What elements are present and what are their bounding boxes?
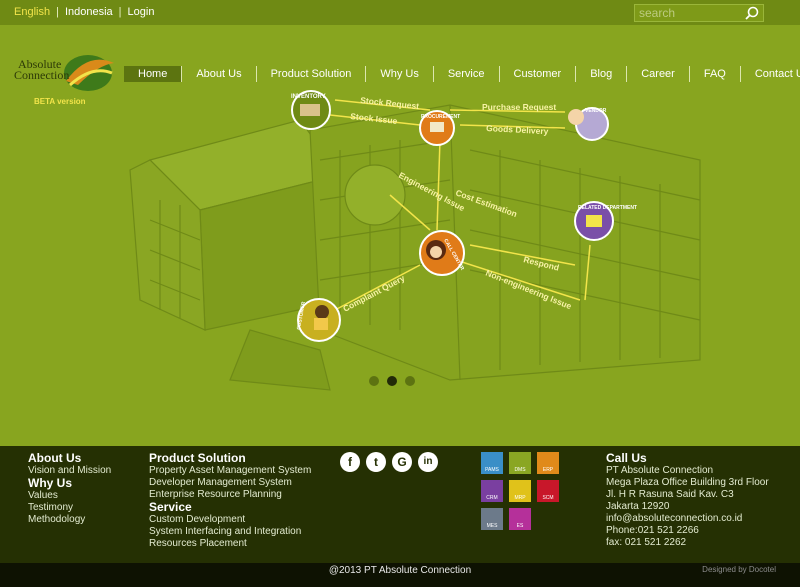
node-label-procurement: PROCUREMENT bbox=[421, 114, 460, 120]
slider-dots bbox=[369, 376, 415, 386]
app-pams-icon[interactable]: PAMS bbox=[481, 452, 503, 474]
app-scm-icon[interactable]: SCM bbox=[537, 480, 559, 502]
flow-label-purchase-request: Purchase Request bbox=[482, 102, 556, 112]
footer-product-column: Product Solution Property Asset Manageme… bbox=[149, 452, 311, 550]
divider: | bbox=[118, 6, 122, 18]
nav-blog[interactable]: Blog bbox=[576, 66, 628, 82]
search-input[interactable] bbox=[639, 6, 743, 20]
contact-street: Jl. H R Rasuna Said Kav. C3 bbox=[606, 489, 734, 500]
nav-customer[interactable]: Customer bbox=[500, 66, 577, 82]
slider-dot-3[interactable] bbox=[405, 376, 415, 386]
nav-why-us[interactable]: Why Us bbox=[366, 66, 434, 82]
main-nav: Home About Us Product Solution Why Us Se… bbox=[124, 66, 800, 82]
nav-career[interactable]: Career bbox=[627, 66, 690, 82]
slider-dot-1[interactable] bbox=[369, 376, 379, 386]
footer-heading-call-us: Call Us bbox=[606, 451, 647, 465]
language-indonesia[interactable]: Indonesia bbox=[65, 6, 113, 18]
footer-heading-why-us[interactable]: Why Us bbox=[28, 477, 111, 490]
footer-link-system-interfacing[interactable]: System Interfacing and Integration bbox=[149, 526, 311, 538]
contact-phone: Phone:021 521 2266 bbox=[606, 525, 699, 536]
node-label-inventory: INVENTORY bbox=[291, 94, 326, 100]
facebook-icon[interactable]: f bbox=[340, 452, 360, 472]
app-es-icon[interactable]: ES bbox=[509, 508, 531, 530]
contact-email[interactable]: info@absoluteconnection.co.id bbox=[606, 513, 769, 525]
search-box bbox=[634, 4, 764, 22]
nav-home[interactable]: Home bbox=[124, 66, 183, 82]
language-english[interactable]: English bbox=[14, 6, 50, 18]
nav-about-us[interactable]: About Us bbox=[182, 66, 257, 82]
contact-building: Mega Plaza Office Building 3rd Floor bbox=[606, 477, 769, 488]
nav-product-solution[interactable]: Product Solution bbox=[257, 66, 367, 82]
nav-service[interactable]: Service bbox=[434, 66, 500, 82]
node-label-related-department: RELATED DEPARTMENT bbox=[578, 205, 637, 211]
contact-fax: fax: 021 521 2262 bbox=[606, 537, 687, 548]
app-dms-icon[interactable]: DMS bbox=[509, 452, 531, 474]
designed-by-link[interactable]: Designed by Docotel bbox=[702, 565, 776, 574]
hero-banner: Stock Request Stock Issue Purchase Reque… bbox=[0, 25, 800, 446]
footer-link-dms[interactable]: Developer Management System bbox=[149, 477, 311, 489]
app-mes-icon[interactable]: MES bbox=[481, 508, 503, 530]
site-logo[interactable]: Absolute Connection BETA version bbox=[12, 51, 114, 107]
node-call-center[interactable]: CALL CENTER bbox=[419, 230, 465, 276]
footer-about-column: About Us Vision and Mission Why Us Value… bbox=[28, 452, 111, 526]
google-plus-icon[interactable]: G bbox=[392, 452, 412, 472]
footer-heading-about-us[interactable]: About Us bbox=[28, 452, 111, 465]
app-erp-icon[interactable]: ERP bbox=[537, 452, 559, 474]
footer-heading-product-solution[interactable]: Product Solution bbox=[149, 452, 311, 465]
search-icon[interactable] bbox=[745, 6, 759, 20]
login-link[interactable]: Login bbox=[128, 6, 155, 18]
language-switcher: English | Indonesia | Login bbox=[14, 6, 160, 18]
footer-link-values[interactable]: Values bbox=[28, 490, 111, 502]
footer-link-testimony[interactable]: Testimony bbox=[28, 502, 111, 514]
footer-contact-column: Call Us PT Absolute Connection Mega Plaz… bbox=[606, 452, 769, 549]
nav-faq[interactable]: FAQ bbox=[690, 66, 741, 82]
building-illustration bbox=[129, 104, 701, 391]
copyright-text: @2013 PT Absolute Connection bbox=[328, 565, 472, 576]
footer-link-resources-placement[interactable]: Resources Placement bbox=[149, 538, 311, 550]
node-inventory[interactable]: INVENTORY bbox=[291, 90, 331, 130]
beta-label: BETA version bbox=[34, 97, 86, 106]
footer-link-custom-development[interactable]: Custom Development bbox=[149, 514, 311, 526]
footer-link-methodology[interactable]: Methodology bbox=[28, 514, 111, 526]
logo-text-line2: Connection bbox=[14, 68, 70, 82]
app-crm-icon[interactable]: CRM bbox=[481, 480, 503, 502]
linkedin-icon[interactable]: in bbox=[418, 452, 438, 472]
footer-heading-service[interactable]: Service bbox=[149, 501, 311, 514]
slider-dot-2[interactable] bbox=[387, 376, 397, 386]
twitter-icon[interactable]: t bbox=[366, 452, 386, 472]
nav-contact-us[interactable]: Contact Us bbox=[741, 66, 800, 82]
footer-link-pams[interactable]: Property Asset Management System bbox=[149, 465, 311, 477]
node-label-vendor: VENDOR bbox=[585, 108, 607, 114]
divider: | bbox=[56, 6, 59, 18]
app-mrp-icon[interactable]: MRP bbox=[509, 480, 531, 502]
node-customer[interactable]: CUSTOMER bbox=[296, 298, 341, 342]
top-bar: English | Indonesia | Login bbox=[0, 0, 800, 25]
contact-city: Jakarta 12920 bbox=[606, 501, 670, 512]
contact-company: PT Absolute Connection bbox=[606, 465, 714, 476]
flow-label-stock-request: Stock Request bbox=[360, 95, 420, 111]
social-links: f t G in bbox=[340, 452, 438, 472]
